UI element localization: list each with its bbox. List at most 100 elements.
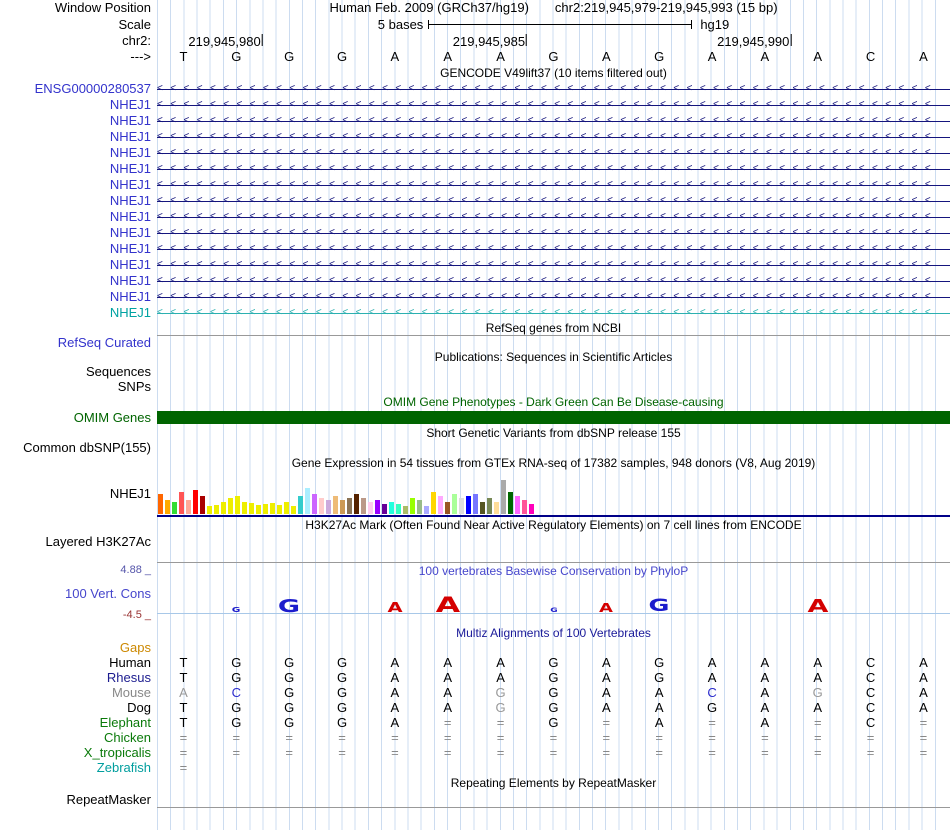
- omim-gene-bar[interactable]: [157, 411, 950, 424]
- gtex-tissue-bar[interactable]: [459, 498, 464, 514]
- gene-label[interactable]: NHEJ1: [0, 193, 157, 209]
- gtex-tissue-bar[interactable]: [494, 502, 499, 514]
- gene-item[interactable]: <<<<<<<<<<<<<<<<<<<<<<<<<<<<<<<<<<<<<<<<…: [157, 145, 950, 161]
- gtex-tissue-bar[interactable]: [473, 494, 478, 514]
- gene-item[interactable]: <<<<<<<<<<<<<<<<<<<<<<<<<<<<<<<<<<<<<<<<…: [157, 209, 950, 225]
- track-label-x-tropicalis[interactable]: X_tropicalis: [0, 745, 157, 760]
- gene-label[interactable]: NHEJ1: [0, 273, 157, 289]
- snps-track-area[interactable]: [157, 379, 950, 394]
- gtex-tissue-bar[interactable]: [466, 496, 471, 514]
- track-label-100-vert-cons[interactable]: 100 Vert. Cons: [0, 587, 151, 600]
- h3k27ac-track-area[interactable]: [157, 533, 950, 563]
- gtex-tissue-bar[interactable]: [235, 496, 240, 514]
- gtex-tissue-bar[interactable]: [480, 502, 485, 514]
- gtex-tissue-bar[interactable]: [424, 506, 429, 514]
- gene-item[interactable]: <<<<<<<<<<<<<<<<<<<<<<<<<<<<<<<<<<<<<<<<…: [157, 161, 950, 177]
- gene-item[interactable]: <<<<<<<<<<<<<<<<<<<<<<<<<<<<<<<<<<<<<<<<…: [157, 97, 950, 113]
- gtex-tissue-bar[interactable]: [501, 480, 506, 514]
- gtex-tissue-bar[interactable]: [256, 505, 261, 514]
- gtex-tissue-bar[interactable]: [347, 498, 352, 514]
- refseq-curated-track-area[interactable]: [157, 335, 950, 350]
- gtex-tissue-bar[interactable]: [277, 505, 282, 514]
- gene-item[interactable]: <<<<<<<<<<<<<<<<<<<<<<<<<<<<<<<<<<<<<<<<…: [157, 305, 950, 321]
- gtex-tissue-bar[interactable]: [333, 496, 338, 514]
- track-label-mouse[interactable]: Mouse: [0, 685, 157, 700]
- alignment-row[interactable]: TGGGAAGGAAGAACA: [157, 700, 950, 715]
- gene-item[interactable]: <<<<<<<<<<<<<<<<<<<<<<<<<<<<<<<<<<<<<<<<…: [157, 257, 950, 273]
- gtex-tissue-bar[interactable]: [431, 492, 436, 514]
- gtex-tissue-bar[interactable]: [284, 502, 289, 514]
- alignment-row[interactable]: T G G G A = = G = A = A = C =: [157, 715, 950, 730]
- gene-label[interactable]: ENSG00000280537: [0, 81, 157, 97]
- dbsnp-track-area[interactable]: [157, 440, 950, 455]
- gtex-tissue-bar[interactable]: [340, 500, 345, 514]
- gene-label[interactable]: NHEJ1: [0, 145, 157, 161]
- gtex-tissue-bar[interactable]: [354, 494, 359, 514]
- strand-arrow-label[interactable]: --->: [0, 49, 157, 65]
- gtex-tissue-bar[interactable]: [158, 494, 163, 514]
- gene-item[interactable]: <<<<<<<<<<<<<<<<<<<<<<<<<<<<<<<<<<<<<<<<…: [157, 193, 950, 209]
- gene-label[interactable]: NHEJ1: [0, 225, 157, 241]
- track-label-snps[interactable]: SNPs: [0, 379, 157, 394]
- gtex-tissue-bar[interactable]: [438, 496, 443, 514]
- gtex-tissue-bar[interactable]: [214, 505, 219, 514]
- gtex-tissue-bar[interactable]: [326, 500, 331, 514]
- gtex-tissue-bar[interactable]: [179, 492, 184, 514]
- gene-item[interactable]: <<<<<<<<<<<<<<<<<<<<<<<<<<<<<<<<<<<<<<<<…: [157, 81, 950, 97]
- gene-item[interactable]: <<<<<<<<<<<<<<<<<<<<<<<<<<<<<<<<<<<<<<<<…: [157, 225, 950, 241]
- alignment-row[interactable]: =: [157, 760, 950, 775]
- track-label-rhesus[interactable]: Rhesus: [0, 670, 157, 685]
- gene-label[interactable]: NHEJ1: [0, 305, 157, 321]
- gtex-tissue-bar[interactable]: [228, 498, 233, 514]
- gtex-tissue-bar[interactable]: [298, 496, 303, 514]
- gtex-tissue-bar[interactable]: [515, 496, 520, 514]
- gtex-tissue-bar[interactable]: [529, 504, 534, 514]
- track-label-common-dbsnp[interactable]: Common dbSNP(155): [0, 440, 157, 455]
- track-label-dog[interactable]: Dog: [0, 700, 157, 715]
- alignment-row[interactable]: TGGGAAAGAGAAACA: [157, 670, 950, 685]
- gtex-tissue-bar[interactable]: [186, 500, 191, 514]
- gtex-tissue-bar[interactable]: [522, 500, 527, 514]
- gene-label[interactable]: NHEJ1: [0, 97, 157, 113]
- track-label-sequences[interactable]: Sequences: [0, 364, 157, 379]
- gene-label[interactable]: NHEJ1: [0, 113, 157, 129]
- gtex-tissue-bar[interactable]: [410, 498, 415, 514]
- gene-label[interactable]: NHEJ1: [0, 177, 157, 193]
- gtex-tissue-bar[interactable]: [291, 506, 296, 514]
- alignment-row[interactable]: ACGGAAGGAACAGCA: [157, 685, 950, 700]
- track-label-layered-h3k27ac[interactable]: Layered H3K27Ac: [0, 533, 157, 563]
- gtex-tissue-bar[interactable]: [375, 500, 380, 514]
- gtex-tissue-bar[interactable]: [270, 503, 275, 514]
- gtex-tissue-bar[interactable]: [263, 504, 268, 514]
- gene-item[interactable]: <<<<<<<<<<<<<<<<<<<<<<<<<<<<<<<<<<<<<<<<…: [157, 241, 950, 257]
- alignment-row[interactable]: = = = = = = = = = = = = = = =: [157, 730, 950, 745]
- gtex-tissue-bar[interactable]: [403, 506, 408, 514]
- gtex-tissue-bar[interactable]: [389, 502, 394, 514]
- gene-label[interactable]: NHEJ1: [0, 129, 157, 145]
- gtex-tissue-bar[interactable]: [193, 490, 198, 514]
- coordinate-ruler[interactable]: 219,945,980 219,945,985 219,945,990: [157, 33, 950, 49]
- gene-item[interactable]: <<<<<<<<<<<<<<<<<<<<<<<<<<<<<<<<<<<<<<<<…: [157, 177, 950, 193]
- alignment-row[interactable]: = = = = = = = = = = = = = = =: [157, 745, 950, 760]
- alignment-row[interactable]: [157, 641, 950, 655]
- gtex-tissue-bar[interactable]: [249, 503, 254, 514]
- sequences-track-area[interactable]: [157, 364, 950, 379]
- track-label-repeatmasker[interactable]: RepeatMasker: [0, 792, 157, 807]
- track-label-human[interactable]: Human: [0, 655, 157, 670]
- track-label-gtex-nhej1[interactable]: NHEJ1: [0, 471, 157, 517]
- track-label-omim-genes[interactable]: OMIM Genes: [0, 410, 157, 426]
- gtex-tissue-bar[interactable]: [319, 498, 324, 514]
- gtex-tissue-bar[interactable]: [242, 502, 247, 514]
- gene-item[interactable]: <<<<<<<<<<<<<<<<<<<<<<<<<<<<<<<<<<<<<<<<…: [157, 273, 950, 289]
- gtex-tissue-bar[interactable]: [207, 506, 212, 514]
- gtex-tissue-bar[interactable]: [445, 502, 450, 514]
- gtex-tissue-bar[interactable]: [221, 502, 226, 514]
- gtex-tissue-bar[interactable]: [417, 500, 422, 514]
- gtex-tissue-bar[interactable]: [165, 500, 170, 514]
- gtex-tissue-bar[interactable]: [200, 496, 205, 514]
- repeatmasker-track-area[interactable]: [157, 792, 950, 807]
- track-label-refseq-curated[interactable]: RefSeq Curated: [0, 335, 157, 350]
- gene-label[interactable]: NHEJ1: [0, 161, 157, 177]
- gene-label[interactable]: NHEJ1: [0, 257, 157, 273]
- gtex-tissue-bar[interactable]: [312, 494, 317, 514]
